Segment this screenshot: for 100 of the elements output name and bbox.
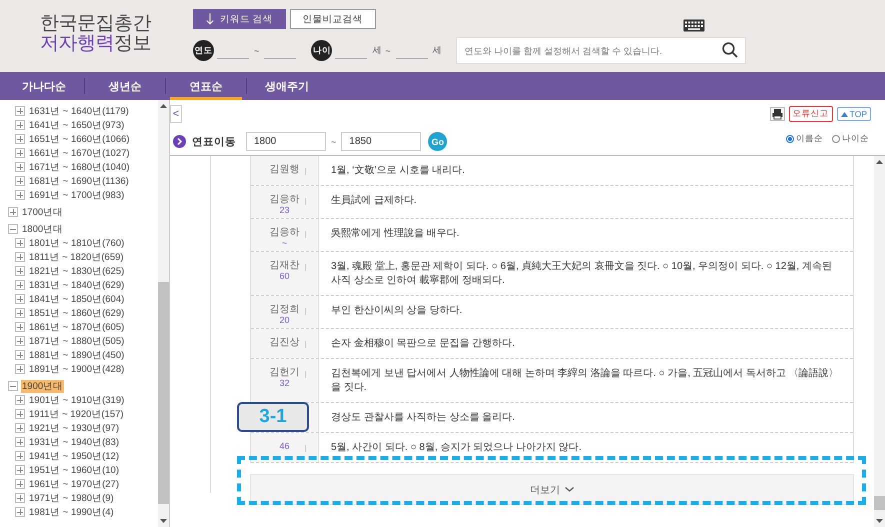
search-tab[interactable]: 인물비교검색 [290, 9, 376, 29]
expand-icon[interactable] [15, 148, 25, 158]
tree-item[interactable]: 1981년 ~ 1990년(4) [29, 506, 114, 518]
author-name[interactable]: 김원행 [270, 164, 300, 175]
expand-icon[interactable] [15, 294, 25, 304]
expand-icon[interactable] [15, 308, 25, 318]
tree-item[interactable]: 1901년 ~ 1910년(319) [29, 394, 124, 406]
tree-item[interactable]: 1641년 ~ 1650년(973) [29, 118, 124, 132]
tree-item[interactable]: 1891년 ~ 1900년(428) [29, 362, 124, 376]
search-field[interactable]: 연도와 나이를 함께 설정해서 검색할 수 있습니다. [456, 37, 746, 64]
author-name[interactable]: 김진상 [270, 337, 300, 348]
year-to-input[interactable]: 1850 [341, 132, 422, 151]
scroll-thumb[interactable] [874, 496, 885, 510]
nav-tab[interactable]: 가나다순 [8, 72, 80, 100]
keyboard-icon[interactable] [683, 19, 705, 32]
expand-icon[interactable] [15, 266, 25, 276]
search-tab[interactable]: 키워드 검색 [193, 9, 286, 29]
tree-item[interactable]: 1821년 ~ 1830년(625) [29, 264, 124, 278]
tree-item[interactable]: 1951년 ~ 1960년(10) [29, 464, 119, 476]
scroll-up-icon[interactable] [160, 104, 167, 108]
tree-item[interactable]: 1661년 ~ 1670년(1027) [29, 146, 130, 160]
author-name[interactable]: 김정희 [270, 304, 300, 315]
tree-item[interactable]: 1671년 ~ 1680년(1040) [29, 160, 130, 174]
nav-tab[interactable]: 생년순 [89, 72, 161, 100]
expand-icon[interactable] [15, 106, 25, 116]
tree-item[interactable]: 1961년 ~ 1970년(27) [29, 478, 119, 490]
report-button[interactable]: 오류신고 [788, 106, 833, 122]
scroll-down-icon[interactable] [160, 519, 167, 523]
expand-icon[interactable] [15, 322, 25, 332]
tree-item[interactable]: 1831년 ~ 1840년(629) [29, 278, 124, 292]
scroll-thumb[interactable] [158, 282, 169, 504]
tree-item[interactable]: 1971년 ~ 1980년(9) [29, 492, 114, 504]
tree-item[interactable]: 1871년 ~ 1880년(505) [29, 334, 124, 348]
scrollbar[interactable] [158, 100, 169, 527]
expand-icon[interactable] [15, 423, 25, 433]
expand-icon[interactable] [15, 437, 25, 447]
tree-item[interactable]: 1700년대 [21, 206, 64, 218]
tree-item[interactable]: 1631년 ~ 1640년(1179) [29, 104, 129, 118]
tree-item[interactable]: 1691년 ~ 1700년(983) [29, 188, 124, 202]
expand-icon[interactable] [8, 207, 18, 217]
tree-item[interactable]: 1851년 ~ 1860년(629) [29, 306, 124, 320]
expand-icon[interactable] [15, 409, 25, 419]
search-icon[interactable] [722, 42, 738, 58]
back-button[interactable]: < [170, 105, 182, 123]
expand-icon[interactable] [15, 252, 25, 262]
top-button[interactable]: TOP [836, 107, 871, 121]
age-unit: 세 [372, 44, 382, 57]
caret-icon [565, 487, 574, 492]
nav-tab[interactable]: 연표순 [170, 72, 242, 100]
tree-item[interactable]: 1861년 ~ 1870년(605) [29, 320, 124, 334]
expand-icon[interactable] [15, 465, 25, 475]
author-name[interactable]: 김응하 [270, 227, 300, 238]
age-text: 23 [279, 205, 290, 215]
expand-icon[interactable] [15, 493, 25, 503]
range-separator: ~ [385, 46, 391, 56]
event-text: 부인 한산이씨의 상을 당하다. [330, 304, 464, 318]
tree-item[interactable]: 1651년 ~ 1660년(1066) [29, 132, 130, 146]
nav-tab[interactable]: 생애주기 [251, 72, 323, 100]
tree-item[interactable]: 1941년 ~ 1950년(12) [29, 450, 119, 462]
age-badge: 나이 [311, 40, 332, 61]
tree-item[interactable]: 1900년대 [21, 380, 64, 392]
scroll-down-icon[interactable] [876, 519, 883, 523]
expand-icon[interactable] [15, 451, 25, 461]
tree-item[interactable]: 1881년 ~ 1890년(450) [29, 348, 124, 362]
tree-item[interactable]: 1801년 ~ 1810년(760) [29, 236, 124, 250]
tree-item[interactable]: 1911년 ~ 1920년(157) [29, 408, 124, 420]
collapse-icon[interactable] [8, 381, 18, 391]
expand-icon[interactable] [15, 120, 25, 130]
tree-item[interactable]: 1681년 ~ 1690년(1136) [29, 174, 129, 188]
scroll-up-icon[interactable] [876, 160, 883, 164]
collapse-icon[interactable] [8, 224, 18, 234]
expand-icon[interactable] [15, 162, 25, 172]
tree-item[interactable]: 1811년 ~ 1820년(659) [29, 250, 124, 264]
printer-icon[interactable] [770, 107, 785, 121]
expand-icon[interactable] [15, 190, 25, 200]
tree-item[interactable]: 1800년대 [21, 222, 64, 236]
tree-item[interactable]: 1841년 ~ 1850년(604) [29, 292, 124, 306]
author-name[interactable]: 김헌기 [270, 367, 300, 378]
tree-item[interactable]: 1931년 ~ 1940년(83) [29, 436, 119, 448]
expand-icon[interactable] [15, 134, 25, 144]
expand-icon[interactable] [15, 395, 25, 405]
up-triangle-icon [840, 112, 848, 116]
scrollbar[interactable] [874, 156, 885, 527]
range-separator: ~ [331, 136, 336, 146]
more-button[interactable]: 더보기 [250, 474, 854, 505]
author-name[interactable]: 김재찬 [270, 260, 300, 271]
expand-icon[interactable] [15, 280, 25, 290]
tree-item[interactable]: 1921년 ~ 1930년(97) [29, 422, 119, 434]
expand-icon[interactable] [15, 364, 25, 374]
sort-radio[interactable]: 이름순 [786, 133, 823, 145]
expand-icon[interactable] [15, 479, 25, 489]
expand-icon[interactable] [15, 238, 25, 248]
expand-icon[interactable] [15, 350, 25, 360]
event-text: 生員試에 급제하다. [330, 194, 418, 208]
sort-radio[interactable]: 나이순 [832, 133, 869, 145]
author-name[interactable]: 김응하 [270, 194, 300, 205]
expand-icon[interactable] [15, 507, 25, 517]
year-from-input[interactable]: 1800 [246, 132, 326, 151]
expand-icon[interactable] [15, 176, 25, 186]
expand-icon[interactable] [15, 336, 25, 346]
